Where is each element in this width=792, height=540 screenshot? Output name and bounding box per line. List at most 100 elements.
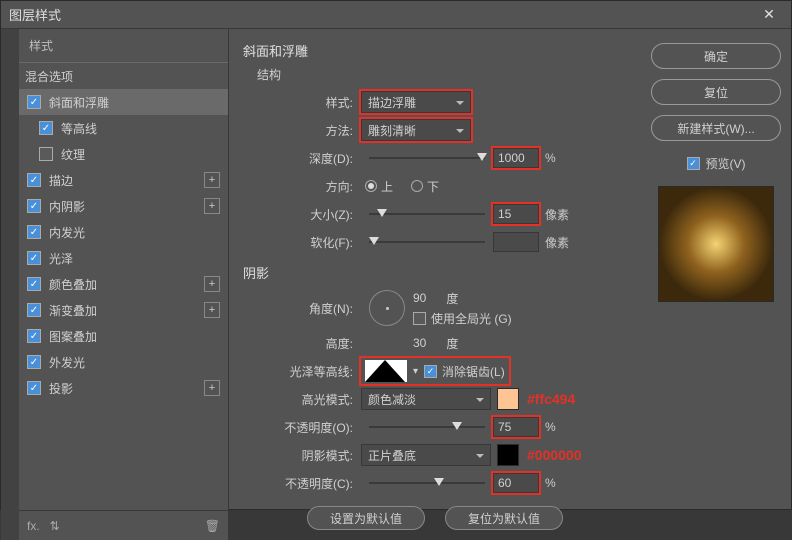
soften-slider[interactable] (369, 234, 485, 250)
style-item-checkbox[interactable] (27, 381, 41, 395)
style-select[interactable]: 描边浮雕 (361, 91, 471, 113)
style-label: 样式: (243, 94, 353, 111)
style-item-checkbox[interactable] (27, 173, 41, 187)
style-item-checkbox[interactable] (27, 329, 41, 343)
style-item-label: 纹理 (61, 146, 220, 163)
style-item-label: 图案叠加 (49, 328, 220, 345)
blending-options-row[interactable]: 混合选项 (19, 63, 228, 89)
style-item-8[interactable]: 渐变叠加+ (19, 297, 228, 323)
style-item-label: 光泽 (49, 250, 220, 267)
style-item-label: 投影 (49, 380, 200, 397)
preview-thumbnail (658, 186, 774, 302)
method-label: 方法: (243, 122, 353, 139)
opacity-slider[interactable] (369, 419, 485, 435)
depth-slider[interactable] (369, 150, 485, 166)
style-item-2[interactable]: 纹理 (19, 141, 228, 167)
style-item-6[interactable]: 光泽 (19, 245, 228, 271)
direction-up-radio[interactable] (365, 180, 377, 192)
altitude-value: 30 (413, 336, 426, 350)
soften-label: 软化(F): (243, 234, 353, 251)
opacity-label: 不透明度(O): (243, 419, 353, 436)
ok-button[interactable]: 确定 (651, 43, 781, 69)
opacity2-slider[interactable] (369, 475, 485, 491)
size-label: 大小(Z): (243, 206, 353, 223)
structure-title: 结构 (257, 66, 627, 83)
add-effect-icon[interactable]: + (204, 302, 220, 318)
style-item-0[interactable]: 斜面和浮雕 (19, 89, 228, 115)
shadow-color-annotation: #000000 (527, 447, 582, 463)
style-item-11[interactable]: 投影+ (19, 375, 228, 401)
soften-input[interactable] (493, 232, 539, 252)
style-item-label: 描边 (49, 172, 200, 189)
chevron-down-icon[interactable]: ▾ (413, 366, 418, 377)
soften-unit: 像素 (545, 234, 569, 251)
gloss-label: 光泽等高线: (243, 363, 353, 380)
preview-checkbox[interactable] (687, 157, 700, 170)
style-item-5[interactable]: 内发光 (19, 219, 228, 245)
antialias-checkbox[interactable] (424, 365, 437, 378)
style-item-label: 颜色叠加 (49, 276, 200, 293)
depth-input[interactable]: 1000 (493, 148, 539, 168)
style-item-7[interactable]: 颜色叠加+ (19, 271, 228, 297)
style-item-checkbox[interactable] (27, 277, 41, 291)
angle-control[interactable] (369, 290, 405, 326)
angle-label: 角度(N): (243, 300, 353, 317)
direction-label: 方向: (243, 178, 353, 195)
style-item-4[interactable]: 内阴影+ (19, 193, 228, 219)
method-select[interactable]: 雕刻清晰 (361, 119, 471, 141)
blending-options-label: 混合选项 (25, 68, 220, 85)
style-item-label: 斜面和浮雕 (49, 94, 220, 111)
style-item-checkbox[interactable] (39, 147, 53, 161)
highlight-color-swatch[interactable] (497, 388, 519, 410)
gloss-contour-picker[interactable] (365, 360, 407, 382)
style-item-checkbox[interactable] (39, 121, 53, 135)
style-item-3[interactable]: 描边+ (19, 167, 228, 193)
preview-toggle[interactable]: 预览(V) (687, 155, 746, 172)
trash-icon[interactable]: 🗑 (205, 519, 220, 533)
style-item-checkbox[interactable] (27, 303, 41, 317)
close-button[interactable]: ✕ (755, 1, 783, 29)
angle-value: 90 (413, 291, 426, 305)
style-item-9[interactable]: 图案叠加 (19, 323, 228, 349)
add-effect-icon[interactable]: + (204, 380, 220, 396)
highlight-mode-label: 高光模式: (243, 391, 353, 408)
panel-title: 斜面和浮雕 (243, 41, 627, 60)
add-effect-icon[interactable]: + (204, 198, 220, 214)
global-light-checkbox[interactable] (413, 312, 426, 325)
style-item-label: 渐变叠加 (49, 302, 200, 319)
right-panel: 确定 复位 新建样式(W)... 预览(V) (641, 29, 791, 540)
shadow-mode-label: 阴影模式: (243, 447, 353, 464)
style-item-checkbox[interactable] (27, 95, 41, 109)
opacity2-input[interactable]: 60 (493, 473, 539, 493)
depth-label: 深度(D): (243, 150, 353, 167)
settings-panel: 斜面和浮雕 结构 样式: 描边浮雕 方法: 雕刻清晰 深度(D): 1000 %… (229, 29, 641, 540)
styles-panel: 样式 混合选项 斜面和浮雕等高线纹理描边+内阴影+内发光光泽颜色叠加+渐变叠加+… (19, 29, 229, 540)
shadow-color-swatch[interactable] (497, 444, 519, 466)
cancel-button[interactable]: 复位 (651, 79, 781, 105)
style-item-1[interactable]: 等高线 (19, 115, 228, 141)
opacity2-label: 不透明度(C): (243, 475, 353, 492)
style-item-checkbox[interactable] (27, 199, 41, 213)
new-style-button[interactable]: 新建样式(W)... (651, 115, 781, 141)
styles-header: 样式 (19, 29, 228, 63)
shadow-mode-select[interactable]: 正片叠底 (361, 444, 491, 466)
depth-unit: % (545, 151, 556, 165)
add-effect-icon[interactable]: + (204, 276, 220, 292)
style-item-label: 内阴影 (49, 198, 200, 215)
left-gutter (1, 29, 19, 540)
style-item-10[interactable]: 外发光 (19, 349, 228, 375)
arrow-up-down-icon[interactable]: ⇅ (50, 519, 60, 533)
size-slider[interactable] (369, 206, 485, 222)
dialog-title: 图层样式 (9, 5, 61, 24)
highlight-mode-select[interactable]: 颜色减淡 (361, 388, 491, 410)
direction-down-radio[interactable] (411, 180, 423, 192)
style-item-checkbox[interactable] (27, 355, 41, 369)
opacity-input[interactable]: 75 (493, 417, 539, 437)
add-effect-icon[interactable]: + (204, 172, 220, 188)
style-item-checkbox[interactable] (27, 251, 41, 265)
size-input[interactable]: 15 (493, 204, 539, 224)
fx-icon[interactable]: fx. (27, 519, 40, 533)
style-item-checkbox[interactable] (27, 225, 41, 239)
styles-footer: fx. ⇅ 🗑 (19, 510, 228, 540)
titlebar: 图层样式 ✕ (1, 1, 791, 29)
